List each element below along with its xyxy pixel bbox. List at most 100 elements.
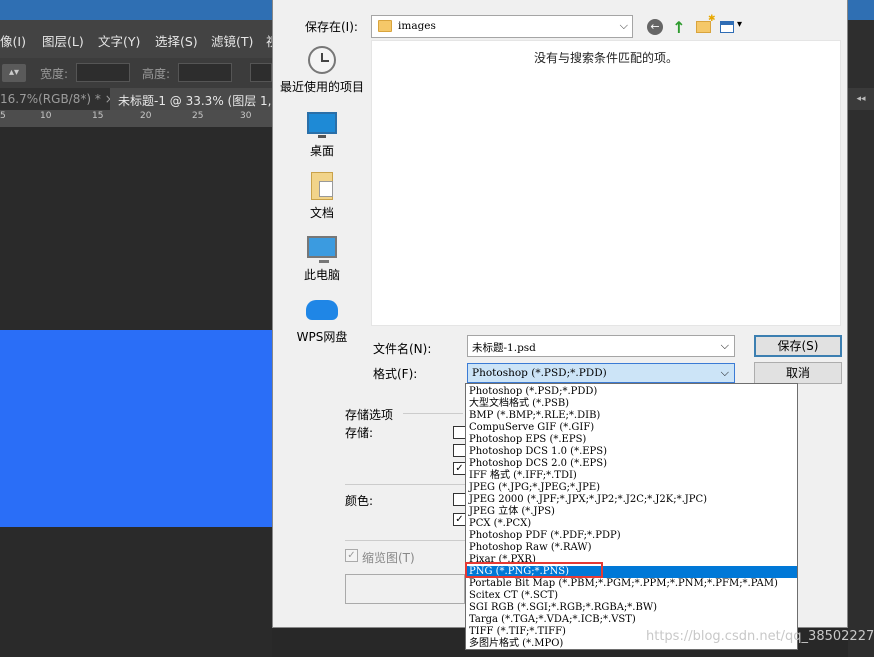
computer-icon — [307, 236, 337, 263]
filename-label: 文件名(N): — [373, 342, 432, 356]
place-recent-label: 最近使用的项目 — [279, 80, 364, 94]
place-wps-cloud-label: WPS网盘 — [296, 330, 348, 344]
options-panel-box — [345, 574, 465, 604]
desktop-icon — [307, 112, 337, 138]
filename-value: 未标题-1.psd — [472, 342, 536, 354]
format-option[interactable]: Pixar (*.PXR) — [466, 554, 797, 566]
collapse-panels-icon[interactable]: ◂◂ — [848, 88, 874, 110]
format-option[interactable]: Photoshop EPS (*.EPS) — [466, 434, 797, 446]
folder-name: images — [398, 20, 436, 32]
filename-field[interactable]: 未标题-1.psd ⌵ — [467, 335, 735, 357]
menu-item[interactable]: 文字(Y) — [98, 31, 140, 50]
empty-message: 没有与搜索条件匹配的项。 — [533, 51, 678, 65]
divider — [345, 540, 465, 541]
format-option[interactable]: 大型文档格式 (*.PSB) — [466, 398, 797, 410]
format-option[interactable]: Portable Bit Map (*.PBM;*.PGM;*.PPM;*.PN… — [466, 578, 797, 590]
chevron-down-icon[interactable]: ⌵ — [721, 339, 729, 353]
menu-item[interactable]: 选择(S) — [155, 31, 198, 50]
format-option[interactable]: Photoshop DCS 2.0 (*.EPS) — [466, 458, 797, 470]
ruler-tick-label: 25 — [192, 111, 204, 121]
divider — [345, 484, 465, 485]
place-wps-cloud[interactable]: WPS网盘 — [273, 300, 371, 345]
photoshop-options-bar: ▴▾ 宽度: 高度: — [0, 58, 272, 88]
save-in-combo[interactable]: images ⌵ — [371, 15, 633, 38]
options-stepper[interactable]: ▴▾ — [2, 64, 26, 82]
format-dropdown-list[interactable]: Photoshop (*.PSD;*.PDD) 大型文档格式 (*.PSB) BMP… — [465, 383, 798, 650]
chevron-down-icon: ⌵ — [619, 19, 628, 32]
place-documents-label: 文档 — [309, 206, 334, 220]
recent-icon — [308, 46, 336, 74]
menu-item[interactable]: 滤镜(T) — [211, 31, 253, 50]
format-option[interactable]: CompuServe GIF (*.GIF) — [466, 422, 797, 434]
cloud-icon — [306, 300, 338, 320]
view-dropdown-icon[interactable]: ▾ — [737, 19, 742, 30]
format-label: 格式(F): — [373, 367, 418, 381]
horizontal-ruler: 5 10 15 20 25 30 — [0, 110, 272, 127]
canvas-layer — [0, 330, 272, 527]
new-folder-icon — [695, 14, 715, 33]
up-arrow-icon: ↑ — [672, 17, 686, 37]
up-folder-button[interactable]: ↑ — [669, 17, 689, 37]
format-value: Photoshop (*.PSD;*.PDD) — [472, 367, 607, 379]
documents-icon — [311, 172, 333, 200]
format-option[interactable]: JPEG 立体 (*.JPS) — [466, 506, 797, 518]
document-tab-1-label: 16.7%(RGB/8*) * — [0, 92, 101, 106]
cancel-button[interactable]: 取消 — [754, 362, 842, 384]
divider — [403, 413, 463, 414]
place-documents[interactable]: 文档 — [273, 172, 371, 221]
format-option[interactable]: Photoshop Raw (*.RAW) — [466, 542, 797, 554]
format-option[interactable]: JPEG 2000 (*.JPF;*.JPX;*.JP2;*.J2C;*.J2K… — [466, 494, 797, 506]
save-label: 存储: — [345, 426, 374, 440]
place-this-pc[interactable]: 此电脑 — [273, 236, 371, 283]
format-option[interactable]: Targa (*.TGA;*.VDA;*.ICB;*.VST) — [466, 614, 797, 626]
ruler-tick-label: 15 — [92, 111, 104, 121]
ruler-tick-label: 30 — [240, 111, 252, 121]
format-option[interactable]: BMP (*.BMP;*.RLE;*.DIB) — [466, 410, 797, 422]
save-in-label: 保存在(I): — [305, 20, 358, 34]
watermark: https://blog.csdn.net/qq_38502227 — [646, 629, 874, 644]
view-menu-button[interactable] — [717, 17, 737, 37]
format-option[interactable]: IFF 格式 (*.IFF;*.TDI) — [466, 470, 797, 482]
save-options-heading: 存储选项 — [345, 408, 394, 422]
places-bar: 最近使用的项目 桌面 文档 此电脑 WPS网盘 — [273, 40, 371, 350]
width-label: 宽度: — [40, 67, 69, 81]
format-option[interactable]: SGI RGB (*.SGI;*.RGB;*.RGBA;*.BW) — [466, 602, 797, 614]
photoshop-menubar: 像(I)图层(L)文字(Y)选择(S)滤镜(T)视 — [0, 20, 279, 58]
document-tabs: 16.7%(RGB/8*) * × 未标题-1 @ 33.3% (图层 1, — [0, 88, 272, 110]
place-desktop-label: 桌面 — [309, 144, 334, 158]
document-tab-2[interactable]: 未标题-1 @ 33.3% (图层 1, — [110, 88, 272, 110]
format-option[interactable]: PNG (*.PNG;*.PNS) — [466, 566, 797, 578]
options-extra-field[interactable] — [250, 63, 272, 82]
new-folder-button[interactable] — [693, 14, 715, 37]
format-select[interactable]: Photoshop (*.PSD;*.PDD) ⌵ — [467, 363, 735, 383]
color-label: 颜色: — [345, 494, 374, 508]
format-option[interactable]: Scitex CT (*.SCT) — [466, 590, 797, 602]
ruler-tick-label: 5 — [0, 111, 6, 121]
height-field[interactable] — [178, 63, 232, 82]
format-option[interactable]: Photoshop (*.PSD;*.PDD) — [466, 386, 797, 398]
right-panel-strip: ◂◂ — [848, 20, 874, 657]
file-list[interactable]: 没有与搜索条件匹配的项。 — [371, 40, 841, 326]
back-button[interactable]: ← — [645, 17, 665, 37]
menu-item[interactable]: 像(I) — [0, 31, 26, 50]
format-option[interactable]: Photoshop PDF (*.PDF;*.PDP) — [466, 530, 797, 542]
chevron-down-icon: ⌵ — [720, 366, 729, 379]
ruler-tick-label: 20 — [140, 111, 152, 121]
height-label: 高度: — [142, 67, 171, 81]
save-button[interactable]: 保存(S) — [754, 335, 842, 357]
folder-icon — [378, 20, 392, 32]
thumbnail-label: 缩览图(T) — [362, 551, 415, 565]
place-recent[interactable]: 最近使用的项目 — [273, 46, 371, 95]
place-this-pc-label: 此电脑 — [303, 268, 340, 282]
ruler-tick-label: 10 — [40, 111, 52, 121]
format-option[interactable]: JPEG (*.JPG;*.JPEG;*.JPE) — [466, 482, 797, 494]
format-option[interactable]: Photoshop DCS 1.0 (*.EPS) — [466, 446, 797, 458]
menu-item[interactable]: 图层(L) — [42, 31, 84, 50]
document-tab-1[interactable]: 16.7%(RGB/8*) * × — [0, 92, 115, 106]
width-field[interactable] — [76, 63, 130, 82]
place-desktop[interactable]: 桌面 — [273, 112, 371, 159]
thumbnail-checkbox[interactable]: ✓ — [345, 549, 358, 562]
back-arrow-icon: ← — [647, 19, 663, 35]
format-option[interactable]: PCX (*.PCX) — [466, 518, 797, 530]
view-icon — [720, 21, 734, 33]
